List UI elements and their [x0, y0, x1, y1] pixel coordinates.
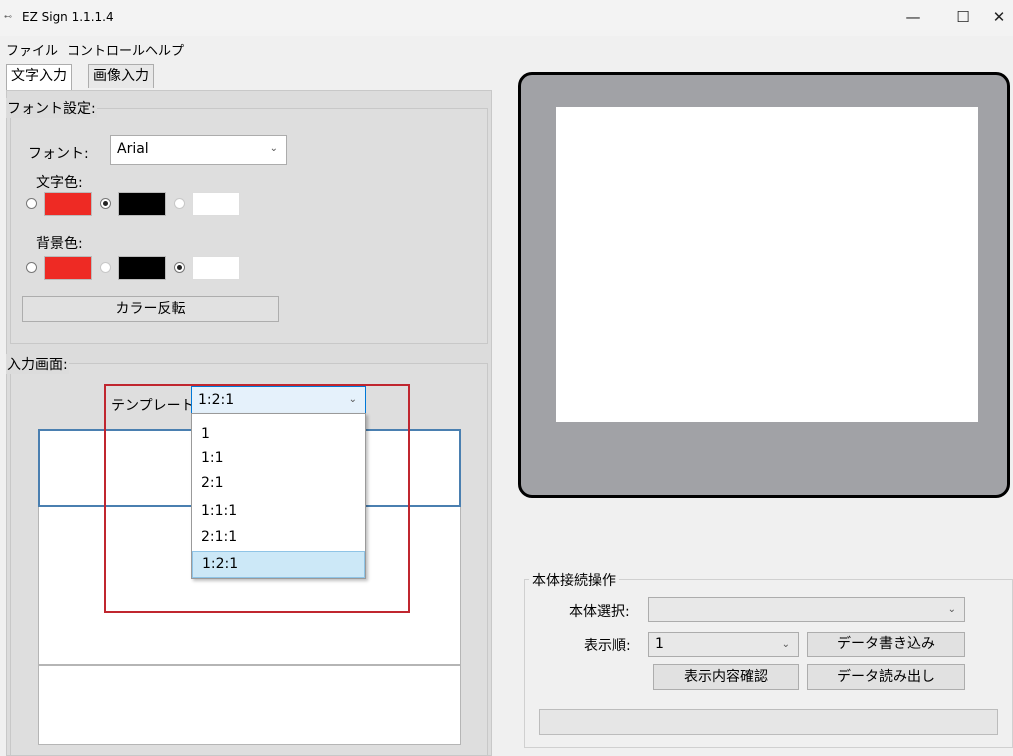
- device-select[interactable]: ⌄: [648, 597, 965, 622]
- chevron-down-icon: ⌄: [269, 143, 278, 154]
- bg-color-black-radio[interactable]: [100, 262, 111, 273]
- template-option-2-1[interactable]: 2:1: [192, 471, 365, 495]
- display-order-value: 1: [655, 636, 664, 652]
- tab-text-input[interactable]: 文字入力: [6, 64, 72, 90]
- bg-color-white-swatch[interactable]: [192, 256, 240, 280]
- display-order-label: 表示順:: [584, 638, 631, 654]
- template-select[interactable]: 1:2:1 ⌄: [191, 386, 366, 414]
- display-order-select[interactable]: 1 ⌄: [648, 632, 799, 657]
- text-color-black-swatch[interactable]: [118, 192, 166, 216]
- text-box-3[interactable]: [38, 665, 461, 745]
- template-option-1-1[interactable]: 1:1: [192, 446, 365, 470]
- chevron-down-icon: ⌄: [947, 604, 956, 615]
- menu-help[interactable]: ヘルプ: [145, 40, 184, 59]
- maximize-button[interactable]: ☐: [943, 4, 983, 32]
- title-bar: [0, 0, 1013, 36]
- input-screen-legend: 入力画面:: [6, 354, 69, 374]
- data-read-button[interactable]: データ読み出し: [807, 664, 965, 690]
- template-option-2-1-1[interactable]: 2:1:1: [192, 525, 365, 549]
- font-select-value: Arial: [117, 141, 149, 157]
- chevron-down-icon: ⌄: [348, 394, 357, 405]
- text-color-label: 文字色:: [36, 175, 83, 191]
- font-select[interactable]: Arial ⌄: [110, 135, 287, 165]
- template-option-1[interactable]: 1: [192, 422, 365, 446]
- menu-control[interactable]: コントロール: [67, 40, 145, 59]
- progress-bar: [539, 709, 998, 735]
- bg-color-label: 背景色:: [36, 236, 83, 252]
- close-button[interactable]: ✕: [985, 4, 1013, 32]
- text-color-black-radio[interactable]: [100, 198, 111, 209]
- template-dropdown-list: 1 1:1 2:1 1:1:1 2:1:1 1:2:1: [191, 413, 366, 579]
- tab-image-input[interactable]: 画像入力: [88, 64, 154, 88]
- template-option-1-2-1[interactable]: 1:2:1: [192, 551, 365, 578]
- bg-color-red-swatch[interactable]: [44, 256, 92, 280]
- text-color-red-radio[interactable]: [26, 198, 37, 209]
- device-select-label: 本体選択:: [569, 604, 630, 620]
- app-icon: ⊷: [4, 12, 12, 21]
- display-preview-screen: [556, 107, 978, 422]
- template-option-1-1-1[interactable]: 1:1:1: [192, 499, 365, 523]
- window-title: EZ Sign 1.1.1.4: [22, 10, 114, 24]
- template-label: テンプレート:: [111, 398, 200, 414]
- data-write-button[interactable]: データ書き込み: [807, 632, 965, 657]
- invert-color-button[interactable]: カラー反転: [22, 296, 279, 322]
- bg-color-black-swatch[interactable]: [118, 256, 166, 280]
- font-label: フォント:: [28, 146, 89, 162]
- template-select-value: 1:2:1: [198, 392, 235, 408]
- bg-color-white-radio[interactable]: [174, 262, 185, 273]
- text-color-white-radio[interactable]: [174, 198, 185, 209]
- minimize-button[interactable]: —: [893, 4, 933, 32]
- text-color-white-swatch[interactable]: [192, 192, 240, 216]
- chevron-down-icon: ⌄: [781, 639, 790, 650]
- text-color-red-swatch[interactable]: [44, 192, 92, 216]
- bg-color-red-radio[interactable]: [26, 262, 37, 273]
- display-confirm-button[interactable]: 表示内容確認: [653, 664, 799, 690]
- menu-file[interactable]: ファイル: [6, 40, 58, 59]
- font-settings-legend: フォント設定:: [6, 98, 97, 118]
- connection-legend: 本体接続操作: [529, 570, 619, 590]
